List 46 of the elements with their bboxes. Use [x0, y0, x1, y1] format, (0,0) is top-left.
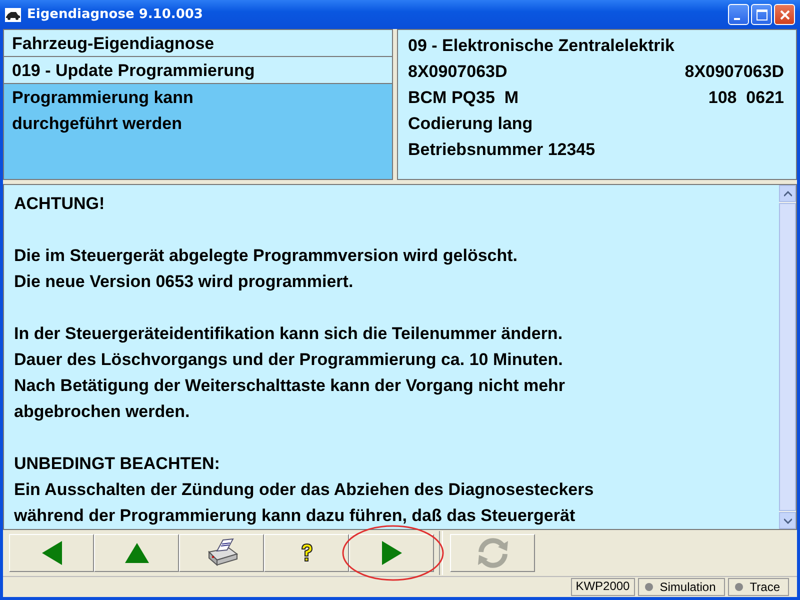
- info-text: 108 0621: [708, 87, 784, 109]
- status-text: Simulation: [660, 580, 716, 594]
- message-line: Dauer des Löschvorgangs und der Programmierung ca. 10 Minuten.: [14, 349, 563, 371]
- minimize-button[interactable]: [728, 4, 749, 25]
- indicator-dot-icon: [734, 583, 743, 591]
- maximize-button[interactable]: [751, 4, 772, 25]
- refresh-icon: [476, 537, 510, 569]
- info-text: 09 - Elektronische Zentralelektrik: [408, 35, 674, 57]
- up-chevron-icon: [784, 190, 792, 196]
- close-icon: [778, 8, 790, 20]
- info-text: 8X0907063D: [684, 61, 784, 83]
- message-line: während der Programmierung kann dazu führen, daß das Steuergerät: [14, 505, 576, 527]
- info-text: Codierung lang: [408, 113, 533, 135]
- right-arrow-icon: [380, 540, 404, 566]
- minimize-icon: [734, 18, 740, 20]
- up-arrow-icon: [124, 541, 150, 565]
- close-button[interactable]: [774, 4, 795, 25]
- status-item[interactable]: Programmierung kann durchgeführt werden: [4, 84, 392, 179]
- info-text: 8X0907063D: [408, 61, 508, 83]
- status-text: Trace: [750, 580, 780, 594]
- scroll-down-button[interactable]: [779, 512, 796, 529]
- message-line: Die im Steuergerät abgelegte Programmversion wird gelöscht.: [14, 245, 518, 267]
- back-button[interactable]: [9, 534, 94, 572]
- message-line: ACHTUNG!: [14, 193, 105, 215]
- status-text: KWP2000: [570, 578, 635, 596]
- info-text: Betriebsnummer 12345: [408, 139, 596, 161]
- message-line: UNBEDINGT BEACHTEN:: [14, 453, 220, 475]
- message-line: Ein Ausschalten der Zündung oder das Abziehen des Diagnosesteckers: [14, 479, 594, 501]
- car-icon: [5, 8, 21, 22]
- message-line: abgebrochen werden.: [14, 401, 190, 423]
- print-button[interactable]: [179, 534, 264, 572]
- window-title: Eigendiagnose 9.10.003: [27, 7, 204, 22]
- left-arrow-icon: [40, 540, 64, 566]
- message-line: Nach Betätigung der Weiterschalttaste kann der Vorgang nicht mehr: [14, 375, 566, 397]
- message-line: In der Steuergeräteidentifikation kann sich die Teilenummer ändern.: [14, 323, 563, 345]
- up-button[interactable]: [94, 534, 179, 572]
- question-mark-icon: [300, 543, 314, 563]
- maximize-icon: [756, 8, 768, 20]
- status-item[interactable]: Fahrzeug-Eigendiagnose: [4, 30, 392, 57]
- down-chevron-icon: [784, 518, 792, 524]
- scroll-up-button[interactable]: [779, 185, 796, 202]
- indicator-dot-icon: [644, 583, 653, 591]
- help-button[interactable]: [264, 534, 349, 572]
- next-button[interactable]: [349, 534, 434, 572]
- message-line: Die neue Version 0653 wird programmiert.: [14, 271, 354, 293]
- info-text: BCM PQ35 M: [408, 87, 519, 109]
